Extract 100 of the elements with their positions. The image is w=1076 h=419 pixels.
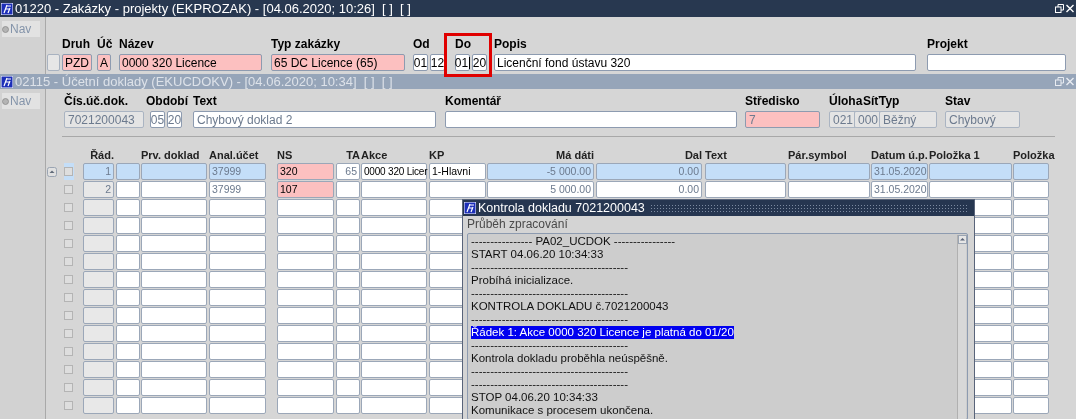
log-line: STOP 04.06.20 10:34:33 [471,391,598,404]
row-checkbox[interactable] [64,203,73,212]
table-cell [209,235,266,252]
table-cell [209,271,266,288]
table-cell [277,235,334,252]
table-cell [1013,289,1049,306]
column-header[interactable]: Text [705,148,727,162]
table-cell: 2 [83,181,114,198]
input-field[interactable]: 05 [150,111,165,128]
table-cell [141,397,207,414]
table-cell [1013,199,1049,216]
input-field[interactable]: 0000 320 Licence [119,54,262,71]
restore-icon[interactable] [1055,4,1064,13]
table-cell [1013,235,1049,252]
field-label: Komentář [445,94,501,109]
row-checkbox[interactable] [64,329,73,338]
table-cell [141,271,207,288]
table-cell [1013,217,1049,234]
table-cell: -5 000.00 [487,163,594,180]
input-field[interactable]: 01 [413,54,428,71]
scrollbar[interactable] [957,235,966,419]
row-checkbox[interactable] [64,365,73,374]
table-cell [1013,379,1049,396]
row-checkbox[interactable] [64,239,73,248]
table-cell [361,253,427,270]
column-header[interactable]: Dal [684,148,702,162]
table-cell [141,307,207,324]
input-field[interactable]: 65 DC Licence (65) [271,54,405,71]
table-cell [1013,271,1049,288]
row-checkbox[interactable] [64,275,73,284]
table-cell [116,163,140,180]
column-header[interactable]: KP [429,148,445,162]
table-cell [277,307,334,324]
table-cell [277,253,334,270]
log-line: Komunikace s procesem ukončena. [471,404,654,417]
table-cell [141,289,207,306]
input-field[interactable]: Licenční fond ústavu 320 [494,54,916,71]
column-header[interactable]: Akce [361,148,388,162]
input-field[interactable]: 01 [455,54,470,71]
column-header[interactable]: Prv. doklad [141,148,200,162]
table-cell [277,397,334,414]
window-title: 02115 - Účetní doklady (EKUCDOKV) - [04.06.2020; 10:34] [ ] [ ] [15,75,393,88]
table-cell [116,379,140,396]
table-cell [336,217,360,234]
table-cell: 31.05.2020 [871,163,928,180]
input-field[interactable]: 20 [472,54,487,71]
input-field[interactable] [445,111,737,128]
input-field[interactable]: PZD [62,54,92,71]
input-field[interactable] [927,54,1066,71]
row-checkbox[interactable] [64,311,73,320]
log-line: Kontrola dokladu proběhla neúspěšně. [471,352,668,365]
row-checkbox[interactable] [64,221,73,230]
table-cell [116,217,140,234]
table-cell: 31.05.2020 [871,181,928,198]
table-cell [141,217,207,234]
row-checkbox[interactable] [64,293,73,302]
log-line: Probíhá inicializace. [471,274,574,287]
table-cell [116,235,140,252]
table-cell [336,379,360,396]
column-header[interactable]: Řád. [90,148,114,162]
table-cell [1013,163,1049,180]
table-cell [116,271,140,288]
table-cell [361,325,427,342]
table-cell [277,289,334,306]
scroll-up-icon[interactable] [957,235,967,244]
input-field[interactable]: Chybový [945,111,1020,128]
table-cell [141,253,207,270]
input-field[interactable]: Chybový doklad 2 [193,111,436,128]
column-header[interactable]: Položka [1013,148,1055,162]
column-header[interactable]: Pár.symbol [788,148,847,162]
log-line: ----------------------------------------- [471,313,628,326]
table-cell [116,181,140,198]
row-checkbox[interactable] [64,347,73,356]
column-header[interactable]: NS [277,148,293,162]
table-cell: 0000 320 Licer [361,163,427,180]
input-field[interactable]: 7021200043 [64,111,144,128]
table-cell [141,181,207,198]
column-header[interactable]: Má dáti [556,148,594,162]
column-header[interactable]: Datum ú.p. [871,148,928,162]
table-cell [361,271,427,288]
table-cell [277,217,334,234]
input-field[interactable]: A [97,54,111,71]
column-header[interactable]: TA [346,148,360,162]
row-checkbox[interactable] [64,383,73,392]
table-cell [361,343,427,360]
row-checkbox[interactable] [64,401,73,410]
table-cell [336,253,360,270]
field-label: Popis [494,37,527,52]
row-checkbox[interactable] [64,167,73,176]
scroll-up-icon[interactable] [47,166,57,177]
table-cell [209,379,266,396]
row-checkbox[interactable] [64,185,73,194]
record-indicator[interactable] [47,54,60,71]
table-cell: 65 [336,163,360,180]
input-field[interactable]: 20 [167,111,182,128]
row-checkbox[interactable] [64,257,73,266]
table-cell [336,361,360,378]
column-header[interactable]: Anal.účet [209,148,259,162]
log-line: ----------------------------------------- [471,378,628,391]
column-header[interactable]: Položka 1 [929,148,980,162]
